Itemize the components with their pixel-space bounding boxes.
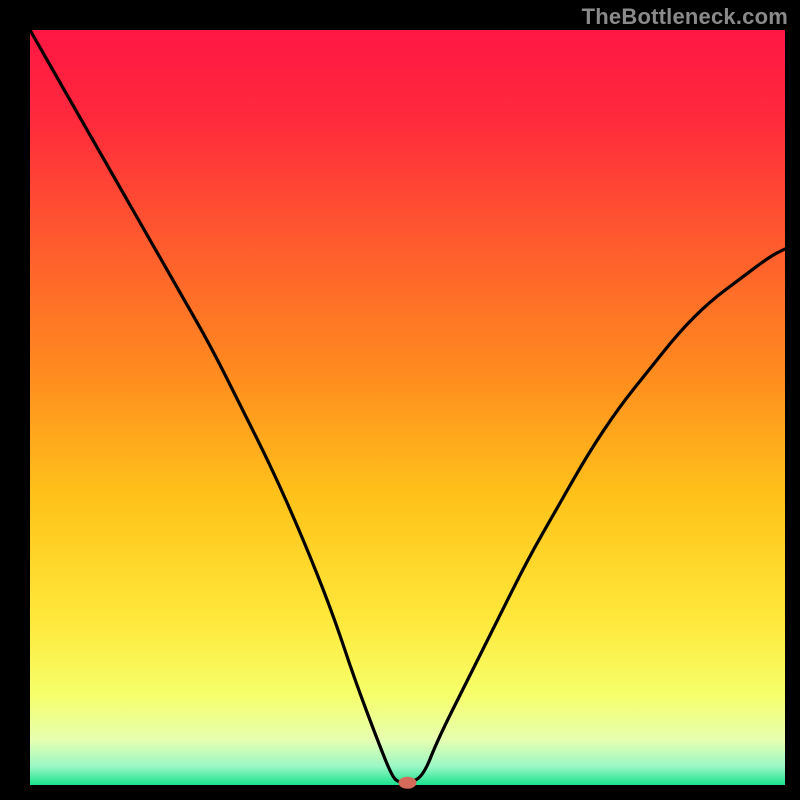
plot-background: [30, 30, 785, 785]
bottleneck-chart: TheBottleneck.com: [0, 0, 800, 800]
chart-svg: [0, 0, 800, 800]
optimum-marker: [399, 777, 417, 789]
